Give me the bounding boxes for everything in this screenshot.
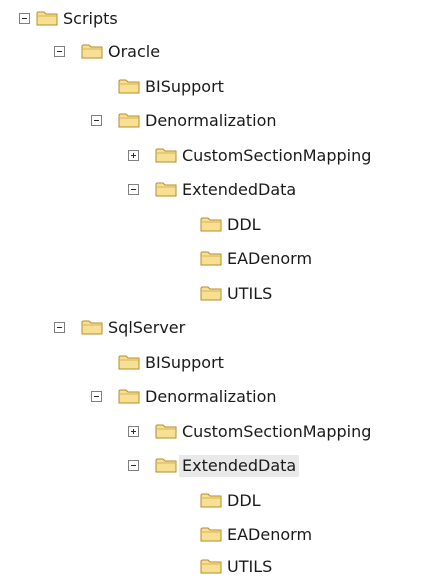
tree-node-extendeddata[interactable]: ExtendedData: [0, 175, 423, 205]
tree-node-ddl[interactable]: DDL: [0, 486, 423, 516]
tree-node-eadenorm[interactable]: EADenorm: [0, 520, 423, 550]
tree-node-label[interactable]: CustomSectionMapping: [179, 145, 374, 167]
tree-node-bisupport[interactable]: BISupport: [0, 72, 423, 102]
folder-icon: [118, 389, 140, 404]
tree-node-customsectionmapping[interactable]: CustomSectionMapping: [0, 141, 423, 171]
expand-toggle-icon[interactable]: [128, 426, 139, 437]
tree-node-label[interactable]: UTILS: [224, 283, 275, 305]
tree-node-ddl[interactable]: DDL: [0, 210, 423, 240]
collapse-toggle-icon[interactable]: [91, 391, 102, 402]
folder-icon: [200, 559, 222, 574]
tree-node-label[interactable]: CustomSectionMapping: [179, 421, 374, 443]
tree-node-denormalization[interactable]: Denormalization: [0, 382, 423, 412]
folder-icon: [155, 458, 177, 473]
tree-node-label[interactable]: Denormalization: [142, 386, 280, 408]
tree-node-label[interactable]: Denormalization: [142, 110, 280, 132]
folder-icon: [200, 527, 222, 542]
tree-node-sqlserver[interactable]: SqlServer: [0, 313, 423, 343]
tree-node-label[interactable]: UTILS: [224, 556, 275, 578]
folder-icon: [200, 217, 222, 232]
tree-node-label[interactable]: DDL: [224, 490, 264, 512]
tree-node-bisupport[interactable]: BISupport: [0, 348, 423, 378]
tree-node-scripts[interactable]: Scripts: [0, 4, 423, 34]
folder-icon: [155, 182, 177, 197]
folder-icon: [81, 44, 103, 59]
tree-node-label[interactable]: Scripts: [60, 8, 121, 30]
tree-node-label[interactable]: EADenorm: [224, 524, 315, 546]
tree-node-label[interactable]: EADenorm: [224, 248, 315, 270]
tree-node-label[interactable]: DDL: [224, 214, 264, 236]
folder-icon: [81, 320, 103, 335]
folder-icon: [200, 493, 222, 508]
folder-icon: [155, 148, 177, 163]
folder-icon: [36, 11, 58, 26]
collapse-toggle-icon[interactable]: [19, 13, 30, 24]
collapse-toggle-icon[interactable]: [54, 46, 65, 57]
tree-node-label[interactable]: BISupport: [142, 76, 227, 98]
tree-node-utils[interactable]: UTILS: [0, 552, 423, 582]
tree-node-label-selected[interactable]: ExtendedData: [179, 455, 300, 477]
folder-icon: [118, 113, 140, 128]
folder-icon: [118, 79, 140, 94]
tree-node-label[interactable]: BISupport: [142, 352, 227, 374]
folder-icon: [200, 251, 222, 266]
folder-icon: [200, 286, 222, 301]
expand-toggle-icon[interactable]: [128, 150, 139, 161]
tree-node-eadenorm[interactable]: EADenorm: [0, 244, 423, 274]
tree-node-label[interactable]: Oracle: [105, 41, 163, 63]
folder-icon: [118, 355, 140, 370]
tree-node-label[interactable]: SqlServer: [105, 317, 188, 339]
tree-node-customsectionmapping[interactable]: CustomSectionMapping: [0, 417, 423, 447]
folder-tree: Scripts Oracle BISupport Denormalization…: [0, 0, 423, 583]
collapse-toggle-icon[interactable]: [128, 460, 139, 471]
collapse-toggle-icon[interactable]: [54, 322, 65, 333]
collapse-toggle-icon[interactable]: [128, 184, 139, 195]
tree-node-extendeddata[interactable]: ExtendedData: [0, 451, 423, 481]
collapse-toggle-icon[interactable]: [91, 115, 102, 126]
tree-node-denormalization[interactable]: Denormalization: [0, 106, 423, 136]
tree-node-label[interactable]: ExtendedData: [179, 179, 299, 201]
tree-node-oracle[interactable]: Oracle: [0, 37, 423, 67]
folder-icon: [155, 424, 177, 439]
tree-node-utils[interactable]: UTILS: [0, 279, 423, 309]
